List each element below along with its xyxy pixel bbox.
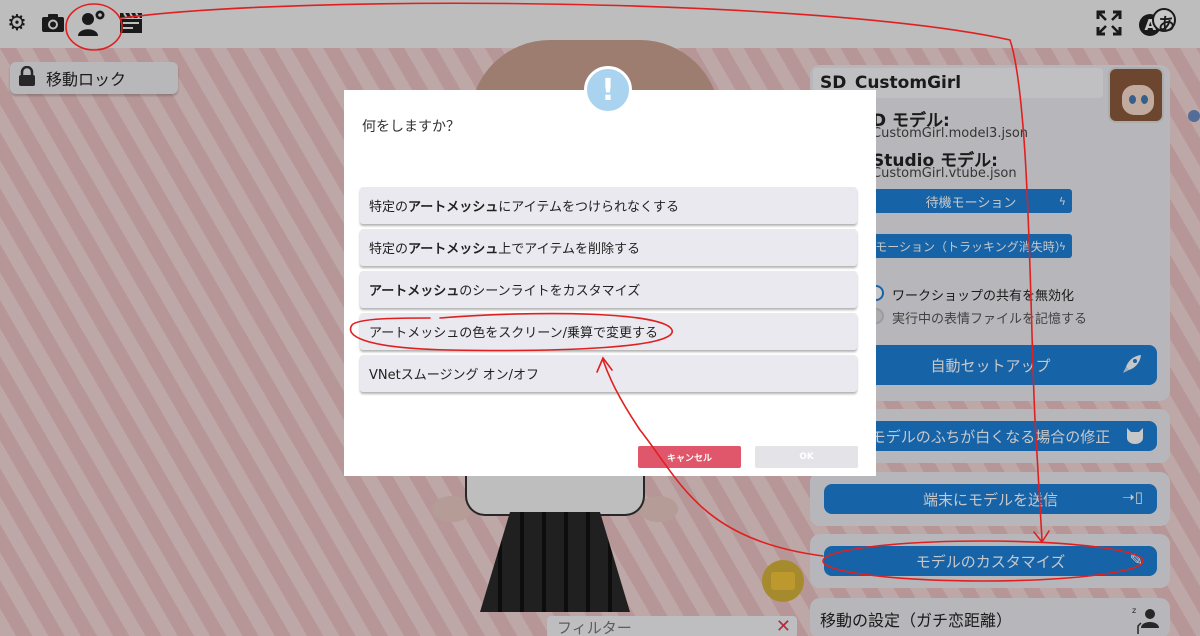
ok-button[interactable]: OK <box>755 446 858 468</box>
option-vnet-smoothing[interactable]: VNetスムージング オン/オフ <box>360 355 857 392</box>
dialog-question: 何をしますか？ <box>362 119 460 135</box>
cancel-button[interactable]: キャンセル <box>638 446 741 468</box>
option-delete-items-on-artmesh[interactable]: 特定の アートメッシュ 上でアイテムを削除する <box>360 229 857 266</box>
exclamation-icon: ! <box>584 66 632 114</box>
option-disable-items-on-artmesh[interactable]: 特定の アートメッシュ にアイテムをつけられなくする <box>360 187 857 224</box>
option-artmesh-scene-light[interactable]: アートメッシュ のシーンライトをカスタマイズ <box>360 271 857 308</box>
option-artmesh-color-screen-multiply[interactable]: アートメッシュの色をスクリーン/乗算で変更する <box>360 313 857 350</box>
